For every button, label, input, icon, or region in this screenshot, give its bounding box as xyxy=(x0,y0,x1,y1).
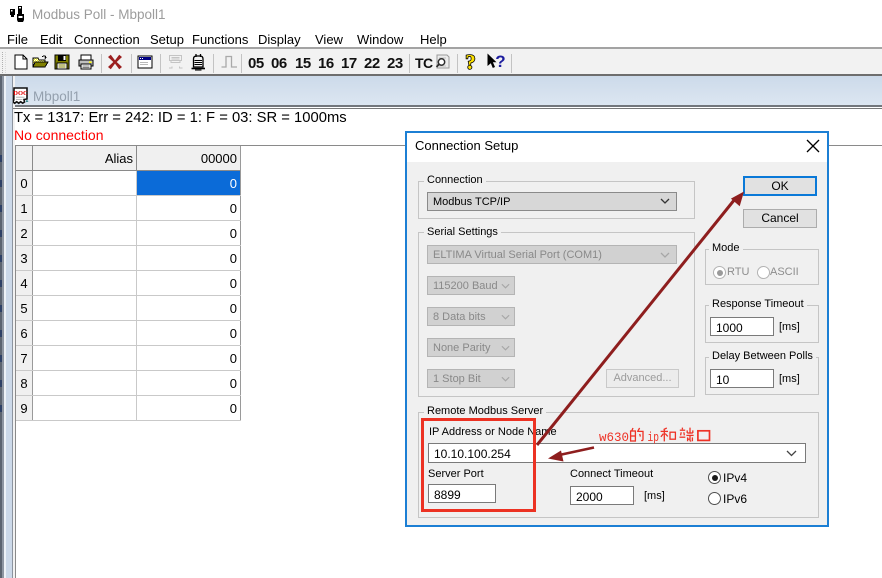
svg-text:ip: ip xyxy=(648,430,660,444)
svg-text:?: ? xyxy=(495,53,505,71)
svg-text:?: ? xyxy=(465,52,476,72)
svg-text:w630: w630 xyxy=(599,430,629,444)
svg-text:DOC: DOC xyxy=(13,90,28,97)
